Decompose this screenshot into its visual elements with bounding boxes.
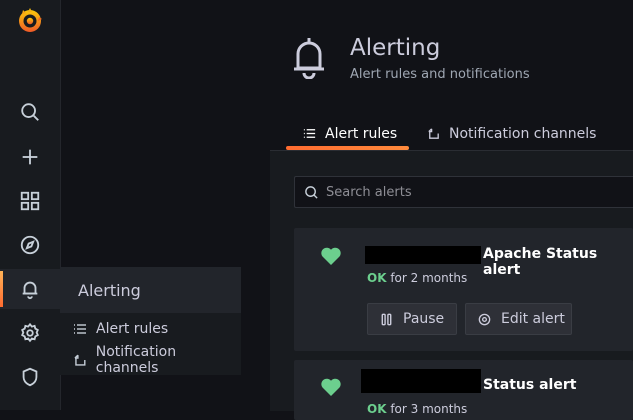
alert-name[interactable]: Apache Status alert [483, 246, 633, 278]
heart-icon [321, 378, 341, 396]
channels-icon [428, 128, 439, 139]
alert-rule-card: Apache Status alert OK for 2 months Paus… [294, 228, 633, 351]
redacted-name [365, 246, 481, 264]
search-icon[interactable] [0, 92, 60, 132]
alert-rule-card: Status alert OK for 3 months [294, 360, 633, 420]
edit-alert-button[interactable]: Edit alert [465, 303, 572, 335]
flyout-item-label: Alert rules [96, 320, 169, 337]
alert-name[interactable]: Status alert [483, 377, 576, 393]
state-badge: OK [367, 402, 387, 416]
state-duration: for 2 months [390, 271, 468, 285]
sidebar [0, 0, 61, 410]
edit-alert-label: Edit alert [501, 311, 565, 327]
search-input[interactable] [324, 183, 628, 201]
grafana-logo-icon[interactable] [15, 6, 45, 36]
bell-icon[interactable] [0, 269, 60, 309]
pause-icon [381, 313, 392, 325]
search-box[interactable] [294, 176, 633, 208]
list-icon [74, 323, 86, 334]
list-icon [303, 129, 316, 138]
channels-icon [74, 354, 86, 366]
pause-label: Pause [403, 311, 445, 327]
tab-label: Notification channels [449, 125, 597, 142]
page-subtitle: Alert rules and notifications [350, 67, 530, 82]
flyout-item-label: Notification channels [95, 343, 177, 376]
bell-icon [288, 35, 330, 80]
page-title: Alerting [350, 35, 441, 61]
search-icon [305, 185, 318, 199]
alert-state: OK for 2 months [367, 271, 467, 285]
gear-icon[interactable] [0, 313, 60, 353]
alert-state: OK for 3 months [367, 402, 467, 416]
flyout-item-alert-rules[interactable]: Alert rules [60, 313, 241, 344]
heart-icon [321, 247, 341, 265]
plus-icon[interactable] [0, 137, 60, 177]
redacted-name [361, 369, 481, 393]
gear-icon [478, 313, 491, 325]
flyout-title[interactable]: Alerting [60, 267, 241, 313]
flyout-item-notification-channels[interactable]: Notification channels [60, 343, 241, 376]
alerting-flyout-menu: Alerting Alert rules Notification channe… [60, 267, 241, 376]
explore-icon[interactable] [0, 225, 60, 265]
shield-icon[interactable] [0, 357, 60, 397]
state-badge: OK [367, 271, 387, 285]
tab-notification-channels[interactable]: Notification channels [426, 117, 596, 150]
state-duration: for 3 months [390, 402, 468, 416]
tab-label: Alert rules [325, 125, 398, 142]
dashboards-icon[interactable] [0, 181, 60, 221]
pause-button[interactable]: Pause [367, 303, 457, 335]
